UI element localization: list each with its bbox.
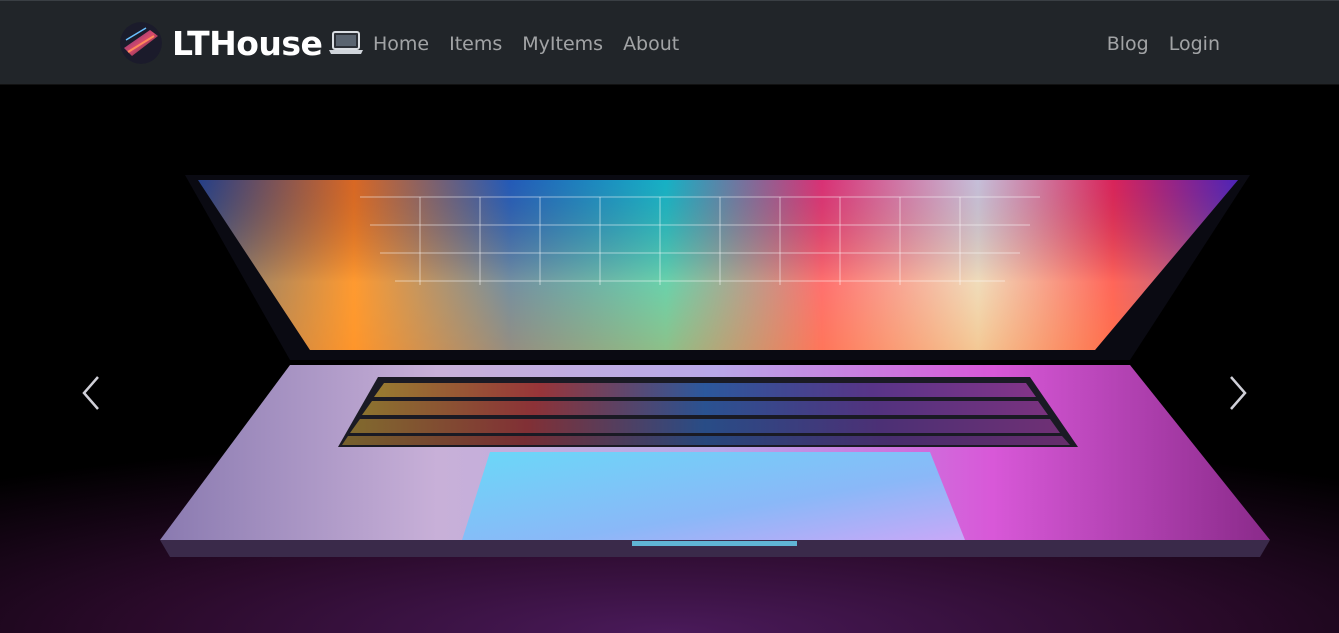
- nav-items[interactable]: Items: [449, 33, 502, 55]
- primary-nav: Home Items MyItems About: [373, 1, 699, 86]
- hero-carousel: [0, 85, 1339, 633]
- nav-blog[interactable]: Blog: [1107, 33, 1149, 55]
- nav-home[interactable]: Home: [373, 33, 429, 55]
- glowing-laptop-image: [0, 85, 1339, 633]
- carousel-next-button[interactable]: [1227, 375, 1267, 435]
- nav-myitems[interactable]: MyItems: [522, 33, 603, 55]
- nav-login[interactable]: Login: [1169, 33, 1220, 55]
- brand-link[interactable]: LTHouse: [120, 18, 364, 68]
- brand-logo-icon: [120, 22, 162, 64]
- nav-about[interactable]: About: [623, 33, 679, 55]
- carousel-prev-button[interactable]: [80, 375, 120, 435]
- secondary-nav: Blog Login: [1107, 1, 1220, 86]
- laptop-emoji-icon: [328, 29, 364, 57]
- brand-name: LTHouse: [172, 23, 323, 63]
- navbar: LTHouse Home Items MyItems About Blog Lo…: [0, 0, 1339, 85]
